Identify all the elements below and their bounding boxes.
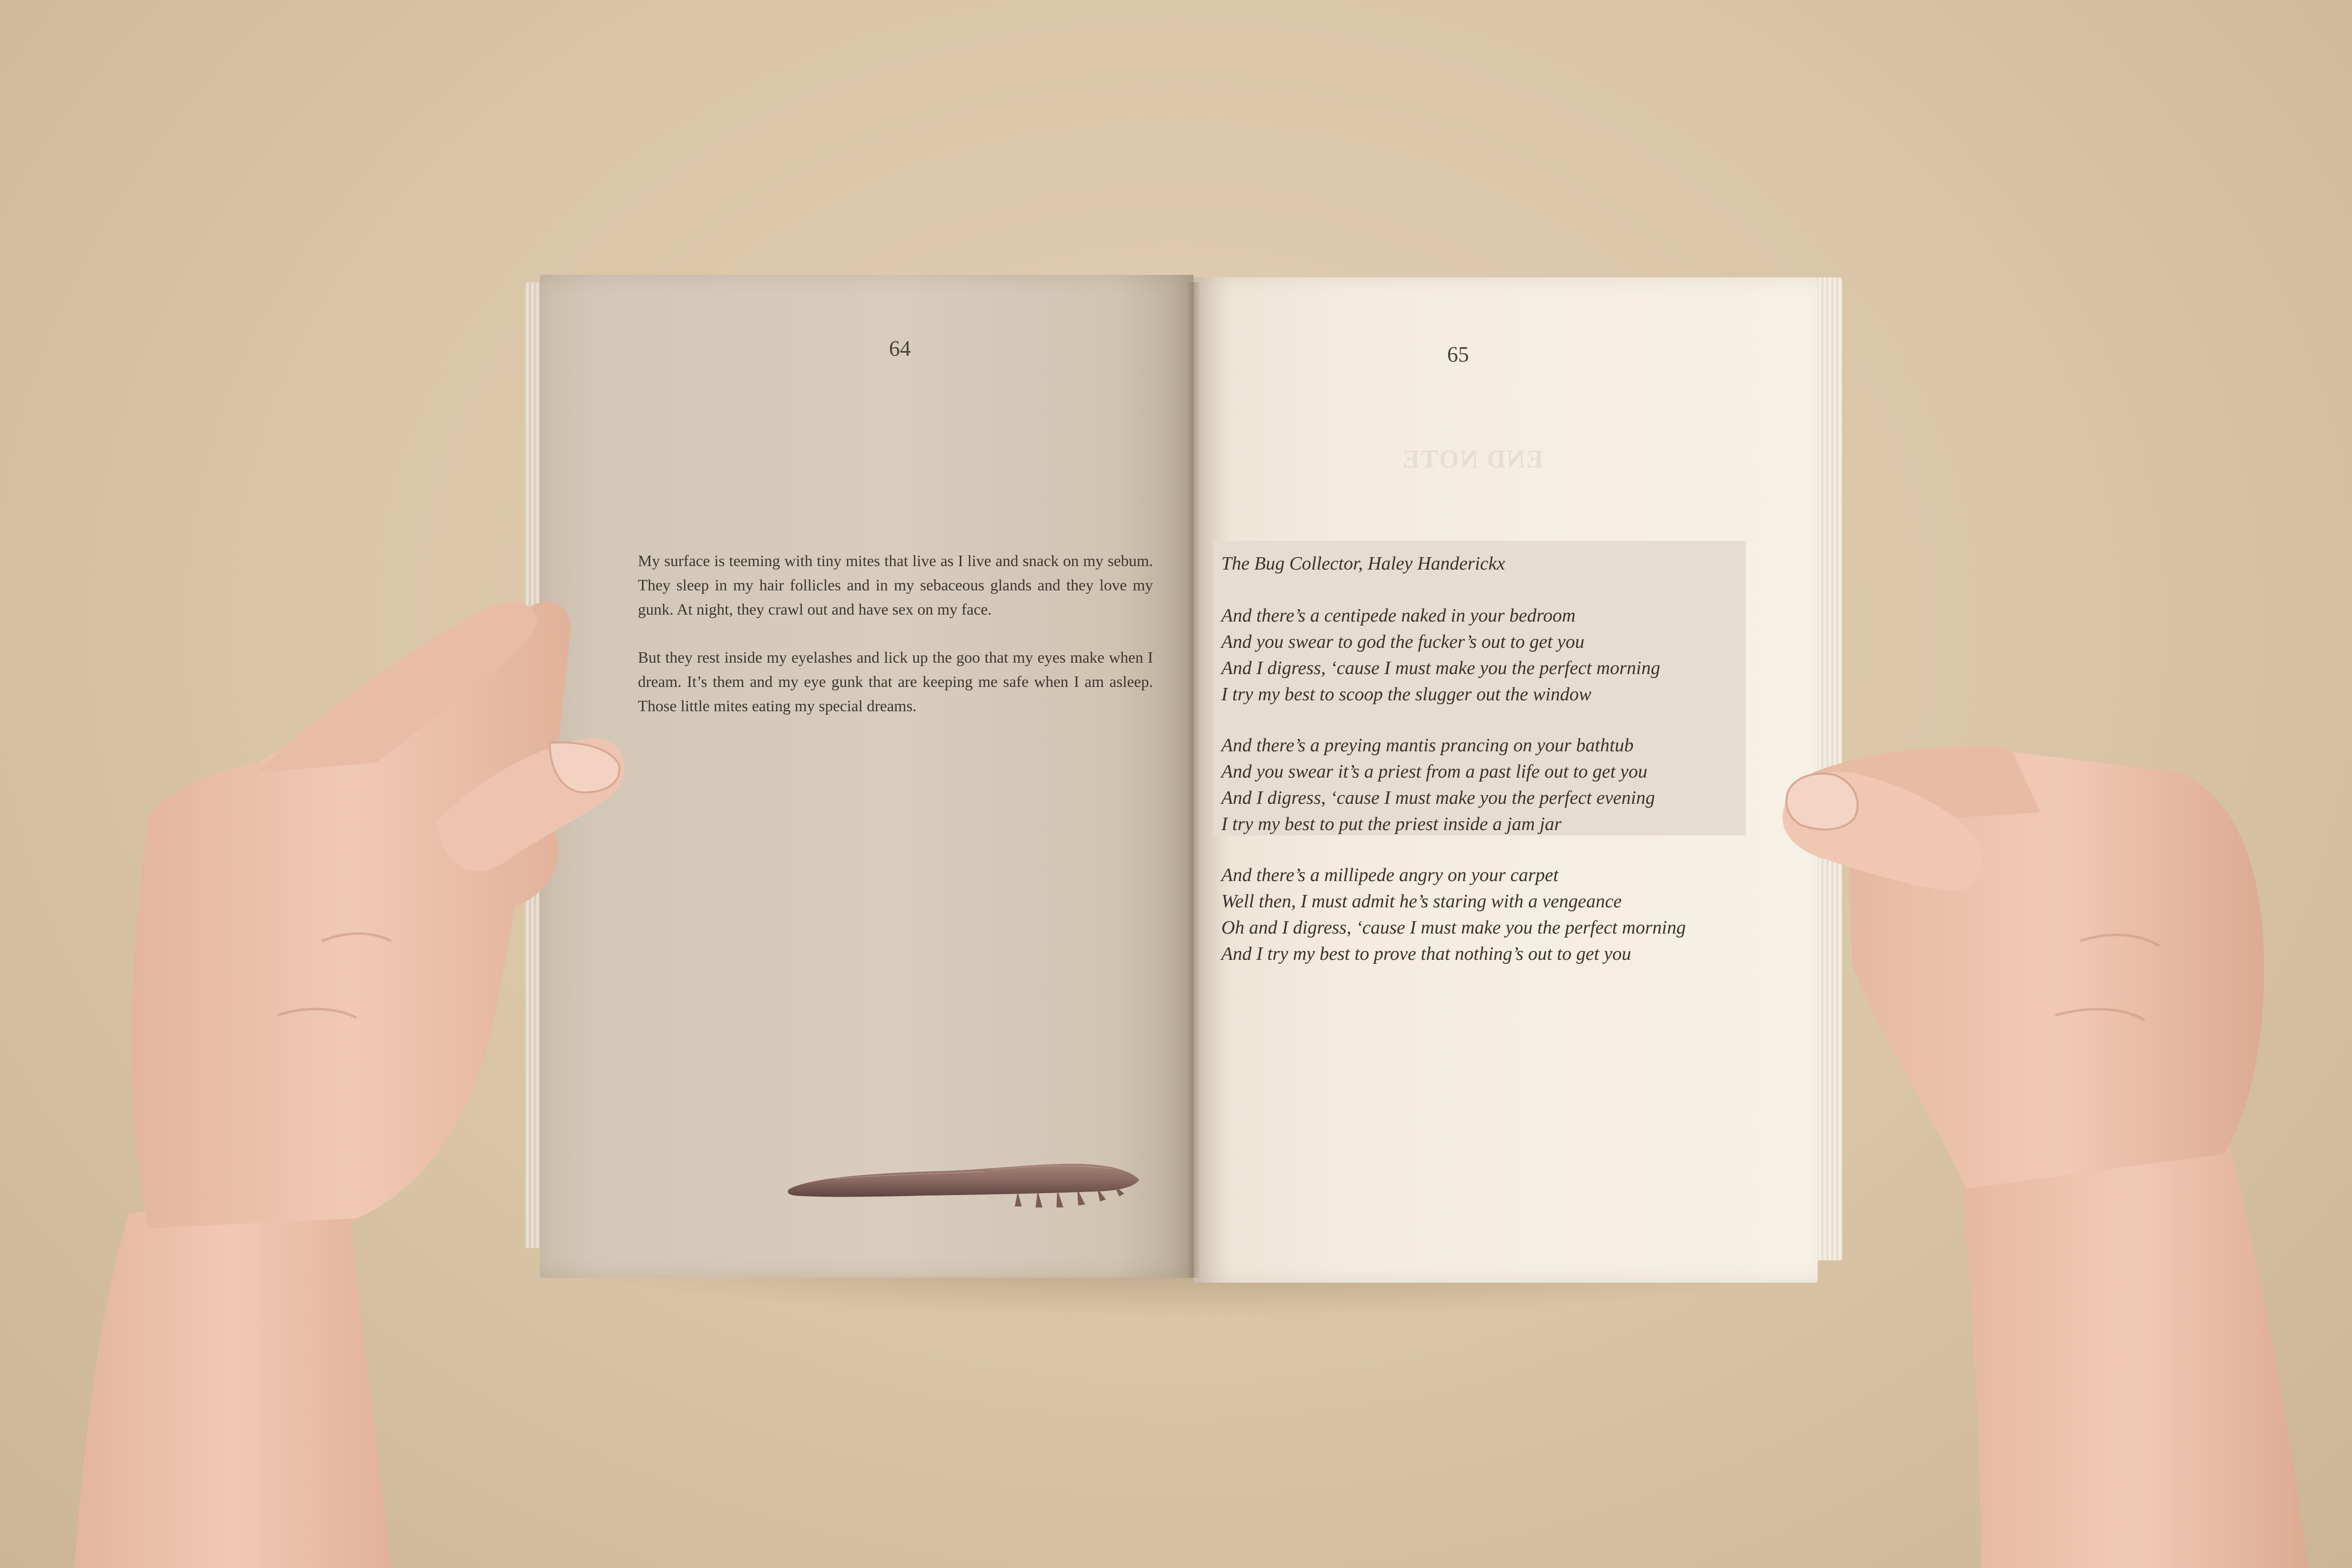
poem-line: Oh and I digress, ‘cause I must make you… [1221, 917, 1686, 938]
poem-line: Well then, I must admit he’s staring wit… [1221, 891, 1622, 912]
left-hand [74, 601, 625, 1568]
poem-line: And there’s a preying mantis prancing on… [1221, 735, 1634, 756]
left-page-prose: My surface is teeming with tiny mites th… [638, 549, 1153, 742]
poem-stanza: And there’s a preying mantis prancing on… [1221, 732, 1776, 837]
poem-line: And I digress, ‘cause I must make you th… [1221, 787, 1655, 808]
poem-line: And you swear to god the fucker’s out to… [1221, 631, 1585, 652]
poem-title: The Bug Collector, Haley Handerickx [1221, 553, 1506, 574]
poem-stanza: And there’s a millipede angry on your ca… [1221, 862, 1776, 967]
poem-line: And you swear it’s a priest from a past … [1221, 761, 1648, 782]
velvet-worm-illustration [787, 1163, 1139, 1207]
poem-line: And there’s a centipede naked in your be… [1221, 605, 1576, 626]
poem-line: I try my best to put the priest inside a… [1221, 814, 1562, 835]
book-gutter [1186, 282, 1201, 1278]
poem-line: And I try my best to prove that nothing’… [1221, 943, 1631, 964]
poem-stanza: And there’s a centipede naked in your be… [1221, 603, 1776, 708]
left-page-number: 64 [889, 336, 911, 361]
prose-paragraph: But they rest inside my eyelashes and li… [638, 648, 1153, 715]
right-hand [1782, 746, 2308, 1568]
prose-paragraph: My surface is teeming with tiny mites th… [638, 552, 1153, 618]
poem: The Bug Collector, Haley Handerickx And … [1221, 551, 1776, 992]
poem-line: I try my best to scoop the slugger out t… [1221, 684, 1592, 705]
right-page-number: 65 [1447, 342, 1469, 366]
poem-line: And there’s a millipede angry on your ca… [1221, 865, 1559, 886]
show-through-heading: END NOTE [1402, 445, 1544, 473]
poem-line: And I digress, ‘cause I must make you th… [1221, 658, 1661, 679]
